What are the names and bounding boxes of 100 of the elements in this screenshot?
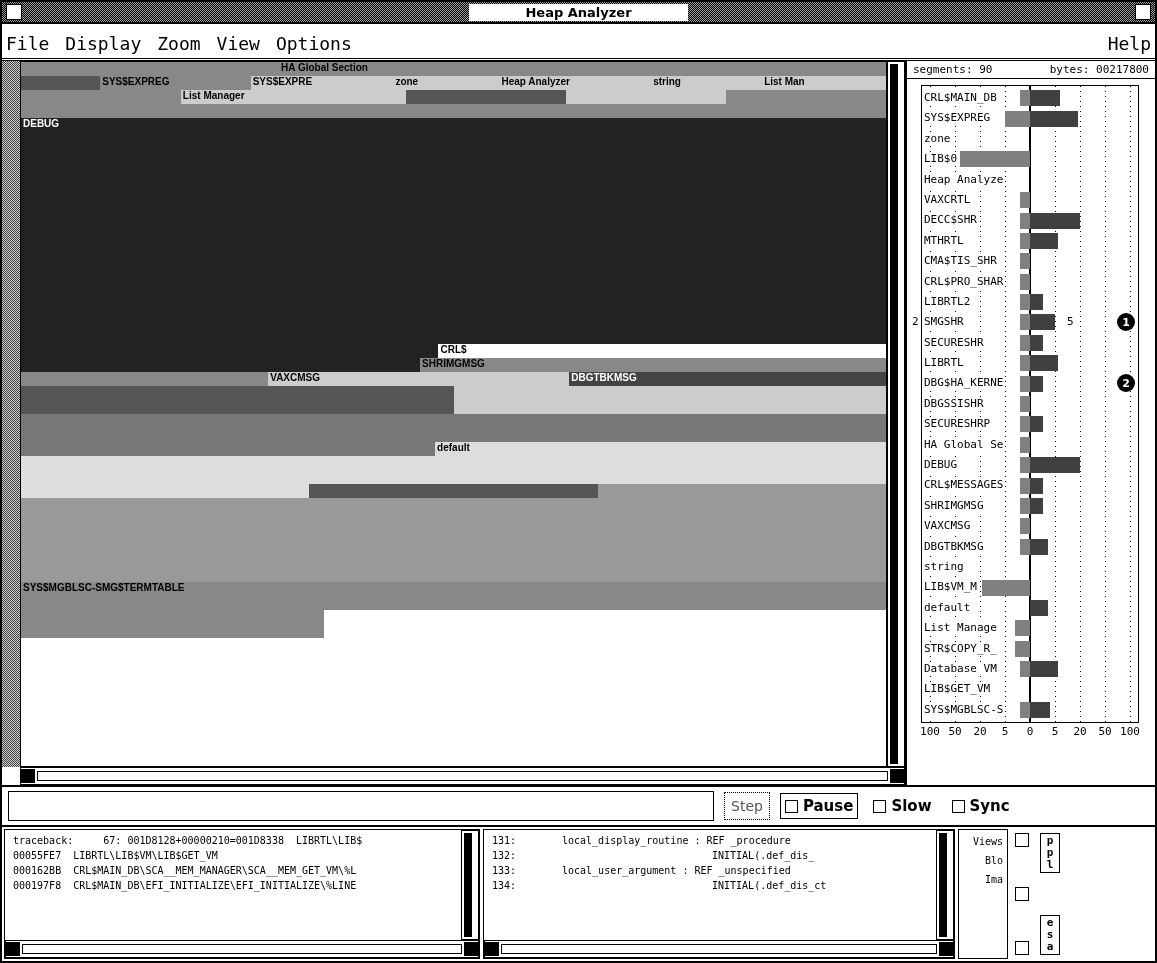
memory-segment[interactable]: List Manager <box>180 90 407 104</box>
memory-segment[interactable]: default <box>435 442 886 456</box>
bar <box>982 579 1030 596</box>
memory-segment[interactable] <box>21 442 436 456</box>
segment-label: SHRIMGMSG <box>421 358 486 370</box>
bar <box>1015 620 1030 637</box>
segment-label: SHRIMGMSG <box>924 498 984 513</box>
axis-tick-label: 50 <box>1098 725 1112 739</box>
memory-segment[interactable]: HA Global Section <box>279 62 628 76</box>
memory-segment[interactable] <box>309 484 598 498</box>
axis-tick-label: 5 <box>1051 725 1059 739</box>
line-number: 132: <box>492 849 518 863</box>
line-number: 133: <box>492 864 518 878</box>
bar <box>1020 477 1030 494</box>
source-line: local_user_argument : REF _unspecified <box>562 864 791 878</box>
memory-segment[interactable] <box>21 386 454 414</box>
checkbox-icon[interactable] <box>951 799 965 813</box>
menu-item[interactable]: Options <box>275 33 352 54</box>
memory-segment[interactable] <box>21 610 324 638</box>
vertical-button[interactable]: esa <box>1040 914 1060 955</box>
segment-label: CRL$MESSAGES <box>924 478 1004 493</box>
memory-segment[interactable] <box>21 484 310 498</box>
segment-label: MTHRTL <box>924 233 964 248</box>
command-field[interactable] <box>8 791 714 821</box>
memory-segment[interactable]: SYS$EXPRE <box>250 76 394 90</box>
menu-item[interactable]: Zoom <box>157 33 201 54</box>
memory-segment[interactable]: VAXCMSG <box>268 372 570 386</box>
memory-segment[interactable]: SYS$EXPREG <box>100 76 251 90</box>
segment-label: List Manage <box>924 621 997 636</box>
vertical-scrollbar[interactable] <box>936 830 954 940</box>
memory-segment[interactable]: string <box>651 76 763 90</box>
axis-tick-label: 5 <box>1001 725 1009 739</box>
bar <box>1020 273 1030 290</box>
menu-item[interactable]: Help <box>1107 33 1151 54</box>
memory-segment[interactable]: SHRIMGMSG <box>420 358 886 372</box>
segment-label: List Manager <box>181 90 246 102</box>
horizontal-scrollbar[interactable] <box>20 767 905 785</box>
view-toggle-icon[interactable] <box>1015 833 1029 847</box>
bytes-count: bytes: 00217800 <box>1049 63 1149 76</box>
segments-count: segments: 90 <box>913 63 993 76</box>
view-label: Views <box>972 836 1003 847</box>
segment-label: DBGTBKMSG <box>924 539 984 554</box>
bar <box>1030 498 1043 514</box>
bar <box>1020 416 1030 433</box>
checkbox-icon[interactable] <box>784 799 798 813</box>
menu-item[interactable]: File <box>6 33 50 54</box>
segment-label: CRL$PRO_SHAR <box>924 274 1004 289</box>
segment-label: Heap Analyzer <box>500 76 571 88</box>
segment-label: string <box>924 560 964 574</box>
memory-segment[interactable] <box>566 90 727 104</box>
view-label: Blo <box>984 855 1003 866</box>
memory-segment[interactable]: DEBUG <box>21 118 886 344</box>
vertical-button[interactable]: ppl <box>1040 833 1060 874</box>
source-line: INITIAL(.def_dis_ <box>711 849 815 863</box>
segment-label: SYS$EXPREG <box>924 111 991 126</box>
memory-segment[interactable] <box>21 76 101 90</box>
view-toggle-icon[interactable] <box>1015 941 1029 955</box>
minimize-button[interactable] <box>1135 4 1151 20</box>
bar <box>1020 334 1030 351</box>
menu-item[interactable]: View <box>216 33 260 54</box>
segment-label: SYS$MGBLSC-SMG$TERMTABLE <box>22 582 186 594</box>
memory-segment[interactable]: DBGTBKMSG <box>569 372 886 386</box>
toggle-checkbox[interactable]: Sync <box>946 793 1015 819</box>
line-number: 134: <box>492 879 518 893</box>
checkbox-icon[interactable] <box>873 799 887 813</box>
memory-segment[interactable]: Heap Analyzer <box>499 76 652 90</box>
line-number: 131: <box>492 834 518 848</box>
view-toggle-icon[interactable] <box>1015 887 1029 901</box>
memory-segment[interactable]: SYS$MGBLSC-SMG$TERMTABLE <box>21 582 886 610</box>
bar <box>1030 416 1043 433</box>
bar <box>1015 640 1030 657</box>
memory-segment[interactable] <box>597 484 886 498</box>
window-menu-button[interactable] <box>6 4 22 20</box>
bar <box>1030 375 1043 392</box>
memory-segment[interactable] <box>21 358 421 372</box>
menu-item[interactable]: Display <box>65 33 142 54</box>
memory-segment[interactable] <box>726 90 886 104</box>
source-line: INITIAL(.def_dis_ct <box>711 879 827 893</box>
toggle-checkbox[interactable]: Pause <box>779 793 859 819</box>
memory-segment[interactable] <box>627 62 886 76</box>
axis-tick-label: 50 <box>948 725 962 739</box>
segment-label: VAXCRTL <box>924 192 971 207</box>
source-line: local_display_routine : REF _procedure <box>562 834 791 848</box>
memory-segment[interactable] <box>406 90 567 104</box>
memory-segment[interactable] <box>21 372 269 386</box>
bar <box>1030 599 1048 616</box>
toggle-checkbox[interactable]: Slow <box>868 793 937 819</box>
vertical-scrollbar[interactable] <box>461 830 479 940</box>
segment-label: DBG$HA_KERNE <box>924 376 1004 391</box>
segment-label: string <box>652 76 682 88</box>
horizontal-scrollbar[interactable] <box>484 940 954 958</box>
horizontal-scrollbar[interactable] <box>5 940 479 958</box>
segment-label: LIB$GET_VM <box>924 682 991 697</box>
memory-segment[interactable]: List Man <box>762 76 886 90</box>
segment-label: STR$COPY_R_ <box>924 641 997 656</box>
segment-label: SYS$MGBLSC-S <box>924 702 1004 717</box>
axis-tick-label: 20 <box>973 725 987 739</box>
vertical-scrollbar[interactable] <box>887 61 905 767</box>
bar <box>1030 477 1043 494</box>
memory-segment[interactable]: zone <box>393 76 500 90</box>
